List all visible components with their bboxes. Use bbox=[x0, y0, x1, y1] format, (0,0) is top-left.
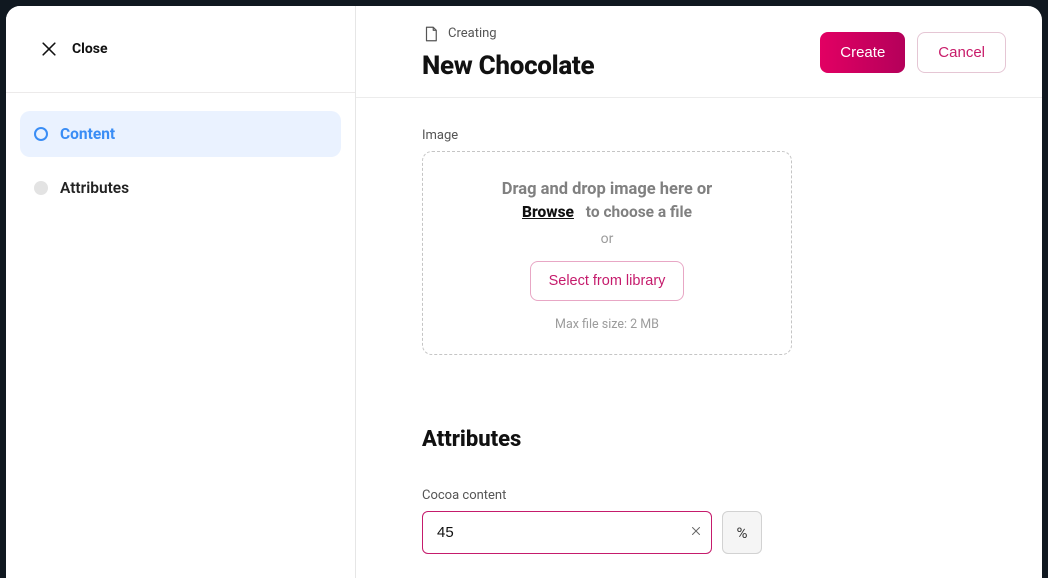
close-icon bbox=[38, 38, 60, 60]
sidebar: Close Content Attributes bbox=[6, 6, 356, 578]
clear-icon[interactable] bbox=[690, 525, 702, 541]
creating-label: Creating bbox=[448, 26, 497, 41]
sidebar-item-label: Content bbox=[60, 125, 115, 143]
close-button[interactable]: Close bbox=[6, 6, 355, 92]
dropzone-or: or bbox=[443, 231, 771, 247]
app-window: Close Content Attributes Creating bbox=[6, 6, 1042, 578]
topbar-left: Creating New Chocolate bbox=[422, 25, 594, 81]
attributes-section-title: Attributes bbox=[422, 427, 982, 452]
cocoa-input-row: % bbox=[422, 511, 982, 554]
max-size-label: Max file size: 2 MB bbox=[443, 317, 771, 332]
file-icon bbox=[422, 25, 440, 43]
dropzone-text: Browse to choose a file bbox=[443, 203, 771, 221]
create-button[interactable]: Create bbox=[820, 32, 905, 73]
topbar-actions: Create Cancel bbox=[820, 32, 1006, 73]
cocoa-label: Cocoa content bbox=[422, 488, 982, 503]
spacer bbox=[422, 554, 982, 578]
cocoa-input-wrap bbox=[422, 511, 712, 554]
topbar: Creating New Chocolate Create Cancel bbox=[356, 6, 1042, 98]
page-title: New Chocolate bbox=[422, 51, 594, 81]
sidebar-nav: Content Attributes bbox=[6, 93, 355, 229]
cocoa-content-input[interactable] bbox=[422, 511, 712, 554]
sidebar-item-content[interactable]: Content bbox=[20, 111, 341, 157]
dropzone-suffix: to choose a file bbox=[586, 203, 692, 221]
sidebar-item-label: Attributes bbox=[60, 179, 129, 197]
radio-icon bbox=[34, 181, 48, 195]
sidebar-item-attributes[interactable]: Attributes bbox=[20, 165, 341, 211]
radio-icon bbox=[34, 127, 48, 141]
creating-row: Creating bbox=[422, 25, 497, 43]
select-from-library-button[interactable]: Select from library bbox=[530, 261, 685, 301]
cancel-button[interactable]: Cancel bbox=[917, 32, 1006, 73]
image-dropzone[interactable]: Drag and drop image here or Browse to ch… bbox=[422, 151, 792, 355]
unit-box: % bbox=[722, 511, 762, 554]
browse-link[interactable]: Browse bbox=[522, 203, 574, 221]
main: Creating New Chocolate Create Cancel Ima… bbox=[356, 6, 1042, 578]
close-label: Close bbox=[72, 41, 108, 57]
dropzone-text: Drag and drop image here or bbox=[443, 180, 771, 199]
image-label: Image bbox=[422, 128, 982, 143]
content-scroll[interactable]: Image Drag and drop image here or Browse… bbox=[356, 98, 1042, 578]
